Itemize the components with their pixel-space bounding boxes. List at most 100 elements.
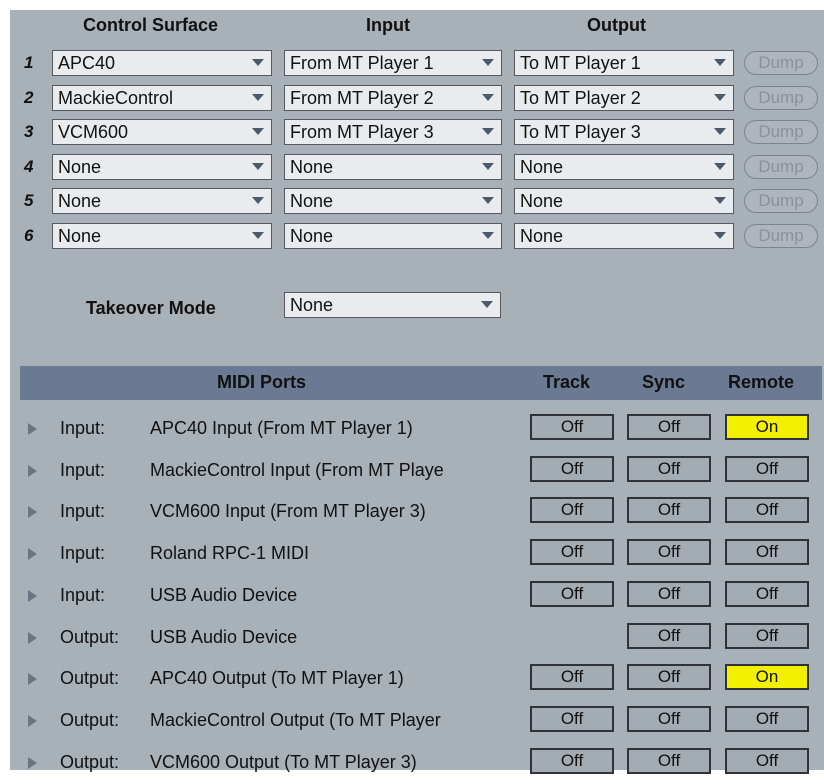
input-dropdown[interactable]: From MT Player 2	[284, 84, 502, 111]
sync-toggle[interactable]: Off	[627, 497, 711, 524]
remote-toggle[interactable]: Off	[725, 539, 809, 566]
sync-toggle[interactable]: Off	[627, 414, 711, 440]
dump-button[interactable]: Dump	[744, 120, 818, 145]
takeover-mode-dropdown[interactable]: None	[284, 292, 501, 318]
midi-port-row: Input: MackieControl Input (From MT Play…	[10, 454, 824, 492]
output-dropdown[interactable]: None	[514, 188, 734, 215]
output-value: To MT Player 1	[520, 53, 641, 73]
output-dropdown[interactable]: To MT Player 3	[514, 119, 734, 146]
midi-port-row: Output: USB Audio Device Off Off	[10, 621, 824, 659]
midi-port-row: Input: USB Audio Device Off Off Off	[10, 579, 824, 617]
input-value: From MT Player 3	[290, 122, 434, 143]
output-dropdown[interactable]: To MT Player 2	[514, 84, 734, 111]
expand-arrow-icon[interactable]	[28, 506, 37, 519]
midi-ports-header: MIDI Ports Track Sync Remote	[20, 366, 822, 400]
dump-button[interactable]: Dump	[744, 154, 818, 179]
expand-arrow-icon[interactable]	[28, 714, 37, 727]
track-toggle[interactable]: Off	[530, 414, 614, 440]
sync-toggle[interactable]: Off	[627, 664, 711, 691]
input-value: None	[290, 226, 334, 246]
input-value: None	[290, 191, 334, 212]
control-surface-value: None	[58, 191, 102, 212]
output-value: None	[520, 191, 564, 212]
input-value: From MT Player 2	[290, 87, 434, 108]
track-toggle[interactable]: Off	[530, 539, 614, 566]
row-number: 4	[24, 156, 34, 176]
expand-arrow-icon[interactable]	[28, 673, 37, 686]
dump-button[interactable]: Dump	[744, 189, 818, 214]
input-dropdown[interactable]: None	[284, 188, 502, 215]
input-dropdown[interactable]: From MT Player 3	[284, 119, 502, 146]
output-dropdown[interactable]: To MT Player 1	[514, 50, 734, 76]
expand-arrow-icon[interactable]	[28, 589, 37, 602]
sync-column-header: Sync	[642, 372, 686, 392]
control-surface-dropdown[interactable]: MackieControl	[52, 84, 272, 111]
dump-button[interactable]: Dump	[744, 51, 818, 75]
remote-toggle[interactable]: Off	[725, 705, 809, 732]
output-dropdown[interactable]: None	[514, 153, 734, 180]
port-type: Output:	[60, 626, 120, 647]
control-surface-dropdown[interactable]: None	[52, 153, 272, 180]
row-number: 1	[24, 53, 34, 72]
expand-arrow-icon[interactable]	[28, 631, 37, 644]
control-surface-value: MackieControl	[58, 87, 174, 108]
expand-arrow-icon[interactable]	[28, 423, 37, 435]
row-number: 6	[24, 226, 34, 245]
track-toggle[interactable]: Off	[530, 497, 614, 524]
remote-toggle[interactable]: Off	[725, 580, 809, 607]
dump-button[interactable]: Dump	[744, 224, 818, 248]
remote-toggle[interactable]: Off	[725, 455, 809, 482]
track-toggle[interactable]: Off	[530, 580, 614, 607]
track-column-header: Track	[543, 372, 591, 392]
port-type: Output:	[60, 751, 120, 772]
midi-port-row: Input: APC40 Input (From MT Player 1) Off…	[10, 412, 824, 450]
row-number: 3	[24, 122, 34, 142]
input-value: None	[290, 156, 334, 177]
input-dropdown[interactable]: None	[284, 153, 502, 180]
midi-port-row: Output: APC40 Output (To MT Player 1) Off…	[10, 662, 824, 700]
remote-toggle[interactable]: On	[725, 414, 809, 440]
sync-toggle[interactable]: Off	[627, 705, 711, 732]
control-surface-header: Control Surface	[83, 15, 219, 35]
input-dropdown[interactable]: From MT Player 1	[284, 50, 502, 76]
sync-toggle[interactable]: Off	[627, 580, 711, 607]
sync-toggle[interactable]: Off	[627, 539, 711, 566]
remote-toggle[interactable]: On	[725, 664, 809, 691]
sync-toggle[interactable]: Off	[627, 622, 711, 649]
output-value: None	[520, 226, 564, 246]
remote-column-header: Remote	[728, 372, 795, 392]
expand-arrow-icon[interactable]	[28, 548, 37, 561]
track-toggle[interactable]: Off	[530, 455, 614, 482]
chevron-down-icon	[481, 301, 493, 308]
expand-arrow-icon[interactable]	[28, 464, 37, 477]
chevron-down-icon	[714, 197, 726, 205]
chevron-down-icon	[714, 162, 726, 170]
dump-button[interactable]: Dump	[744, 85, 818, 110]
control-surface-dropdown[interactable]: APC40	[52, 50, 272, 76]
chevron-down-icon	[252, 162, 264, 170]
input-value: From MT Player 1	[290, 53, 434, 73]
output-dropdown[interactable]: None	[514, 223, 734, 249]
midi-port-row: Output: MackieControl Output (To MT Play…	[10, 704, 824, 742]
chevron-down-icon	[482, 59, 494, 66]
midi-port-row: Input: VCM600 Input (From MT Player 3) Of…	[10, 495, 824, 533]
control-surface-dropdown[interactable]: None	[52, 223, 272, 249]
input-dropdown[interactable]: None	[284, 223, 502, 249]
chevron-down-icon	[482, 232, 494, 239]
remote-toggle[interactable]: Off	[725, 497, 809, 524]
track-toggle[interactable]: Off	[530, 705, 614, 732]
chevron-down-icon	[252, 232, 264, 239]
port-name: APC40 Input (From MT Player 1)	[150, 418, 413, 438]
control-surface-dropdown[interactable]: VCM600	[52, 119, 272, 146]
row-number: 5	[24, 191, 34, 211]
control-surface-dropdown[interactable]: None	[52, 188, 272, 215]
remote-toggle[interactable]: Off	[725, 622, 809, 649]
takeover-mode-label: Takeover Mode	[86, 298, 216, 318]
port-name: MackieControl Output (To MT Player	[150, 709, 441, 730]
track-toggle[interactable]: Off	[530, 664, 614, 691]
port-name: APC40 Output (To MT Player 1)	[150, 668, 404, 689]
chevron-down-icon	[714, 93, 726, 101]
chevron-down-icon	[714, 232, 726, 239]
expand-arrow-icon[interactable]	[28, 756, 37, 769]
sync-toggle[interactable]: Off	[627, 455, 711, 482]
